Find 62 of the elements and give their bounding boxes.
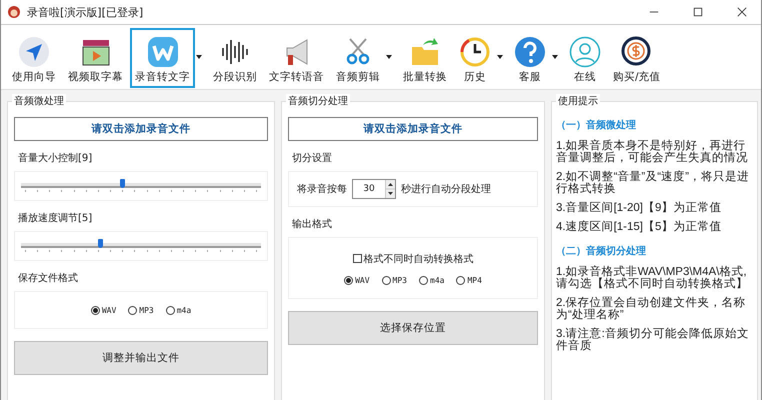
folder-arrow-icon (409, 36, 441, 68)
tip-text: 3.音量区间[1-20]【9】为正常值 (556, 202, 722, 214)
save-location-button[interactable]: 选择保存位置 (288, 311, 538, 345)
slider-track[interactable] (14, 231, 268, 261)
panel-title: 音频微处理 (12, 94, 66, 108)
toolbar-button[interactable]: 在线 (564, 28, 606, 88)
section-label: 输出格式 (292, 218, 333, 231)
tip-text: 1.如果音质本身不是特别好，再进行音量调整后，可能会产生失真的情况 (556, 140, 749, 164)
toolbar-button[interactable]: 客服 (509, 28, 551, 88)
format-radio[interactable]: m4a (166, 306, 192, 314)
user-icon (569, 36, 601, 68)
toolbar-button[interactable]: 分段识别 (208, 28, 262, 88)
toolbar-button[interactable]: 使用向导 (7, 28, 61, 88)
format-radio[interactable]: WAV (90, 306, 116, 314)
maximize-icon[interactable] (693, 7, 703, 17)
help-icon (514, 36, 546, 68)
section-label: 保存文件格式 (18, 272, 79, 285)
caret-icon[interactable] (196, 55, 202, 59)
tip-text: 2.保存位置会自动创建文件夹，名称为“处理名称” (556, 297, 747, 321)
slider-thumb[interactable] (120, 179, 125, 188)
tip-text: 3.请注意:音频切分可能会降低原始文件音质 (556, 328, 750, 352)
caret-icon[interactable] (497, 55, 503, 59)
toolbar-button[interactable]: 音频剪辑 (331, 28, 385, 88)
dollar-coin-icon (620, 36, 653, 68)
format-radio[interactable]: MP3 (128, 306, 154, 314)
export-button[interactable]: 调整并输出文件 (14, 341, 268, 375)
tip-text: 1.如录音格式非WAV\MP3\M4A\格式,请勾选【格式不同时自动转换格式】 (556, 266, 749, 290)
caret-icon[interactable] (552, 55, 558, 59)
slider-track[interactable] (14, 171, 268, 201)
auto-convert-checkbox[interactable]: 格式不同时自动转换格式 (352, 252, 474, 266)
caret-icon[interactable] (386, 55, 392, 59)
toolbar-button[interactable]: 文字转语音 (264, 28, 329, 88)
tip-text: 4.速度区间[1-15]【5】为正常值 (556, 221, 722, 233)
section-label: 切分设置 (292, 152, 333, 165)
tip-text: 2.如不调整“音量”及“速度”，将只是进行格式转换 (556, 171, 750, 195)
toolbar-button[interactable]: 购买/充值 (608, 28, 666, 88)
split-suffix: 秒进行自动分段处理 (401, 182, 491, 196)
window-title: 录音啦[演示版][已登录] (27, 4, 144, 20)
toolbar-button[interactable]: 视频取字幕 (63, 28, 128, 88)
w-logo-icon (146, 36, 178, 68)
add-file-button[interactable]: 请双击添加录音文件 (288, 117, 538, 141)
slider-label: 音量大小控制[9] (18, 152, 94, 165)
close-icon[interactable] (737, 7, 747, 17)
format-radio[interactable]: MP3 (382, 276, 407, 284)
panel-title: 使用提示 (556, 94, 600, 108)
toolbar-button[interactable]: 批量转换 (398, 28, 452, 88)
slider-thumb[interactable] (98, 239, 104, 248)
format-radio[interactable]: WAV (344, 276, 370, 284)
app-icon (7, 5, 21, 19)
panel-title: 音频切分处理 (286, 94, 350, 108)
seconds-spinner[interactable]: 30 (352, 179, 396, 199)
tips-heading: （一）音频微处理 (556, 118, 637, 132)
toolbar-button[interactable]: 录音转文字 (130, 28, 195, 88)
toolbar-button[interactable]: 历史 (454, 28, 496, 88)
add-file-button[interactable]: 请双击添加录音文件 (14, 117, 268, 141)
format-radio[interactable]: MP4 (456, 276, 482, 284)
slider-label: 播放速度调节[5] (18, 212, 94, 225)
tips-heading: （二）音频切分处理 (556, 244, 647, 258)
clock-icon (459, 36, 491, 68)
split-prefix: 将录音按每 (297, 182, 347, 196)
format-radio[interactable]: m4a (419, 276, 444, 284)
spinner-arrows-icon[interactable] (385, 180, 395, 198)
